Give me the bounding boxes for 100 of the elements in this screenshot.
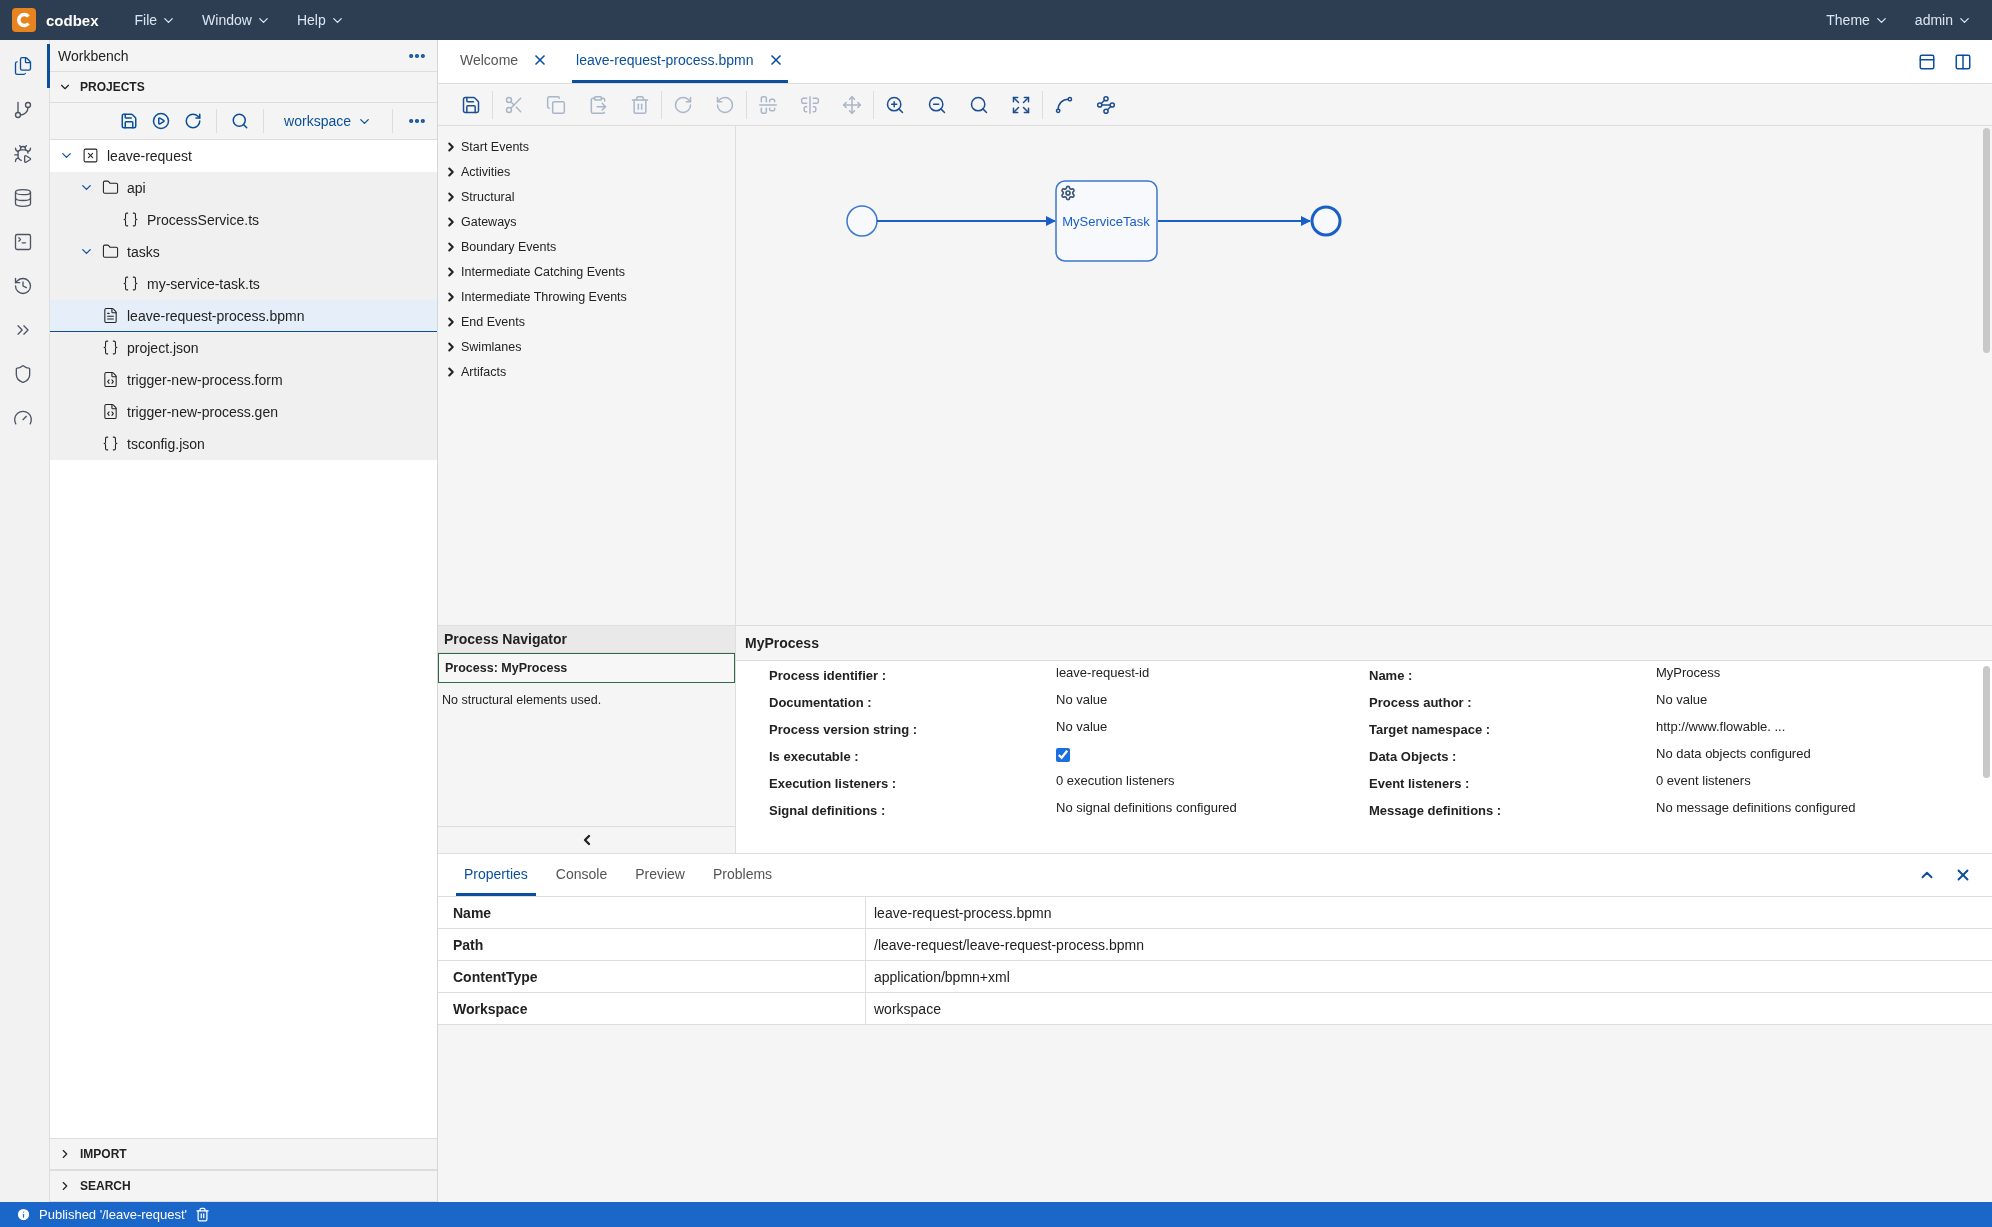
property-label: Execution listeners : bbox=[769, 775, 898, 791]
palette-group[interactable]: Intermediate Throwing Events bbox=[438, 290, 735, 304]
save-icon[interactable] bbox=[120, 112, 139, 130]
delete-icon bbox=[630, 94, 650, 115]
folder-icon bbox=[102, 179, 119, 196]
tree-item[interactable]: tsconfig.json bbox=[50, 428, 437, 460]
property-label: Message definitions : bbox=[1369, 802, 1503, 818]
database-icon bbox=[13, 188, 33, 208]
workspace-dropdown[interactable]: workspace bbox=[278, 113, 378, 129]
align-horizontal-icon bbox=[758, 94, 778, 115]
resize-icon bbox=[842, 94, 862, 115]
section-title[interactable]: IMPORT bbox=[80, 1147, 127, 1161]
property-label: Documentation : bbox=[769, 694, 873, 710]
property-label: Name : bbox=[1369, 667, 1414, 683]
process-item[interactable]: Process: MyProcess bbox=[438, 653, 735, 683]
tree-item[interactable]: api bbox=[50, 172, 437, 204]
tree-item-label: tsconfig.json bbox=[127, 435, 205, 452]
menu-button[interactable]: Theme bbox=[1818, 12, 1897, 28]
palette-group[interactable]: Intermediate Catching Events bbox=[438, 265, 735, 279]
scrollbar[interactable] bbox=[1983, 128, 1990, 353]
tree-item-label: ProcessService.ts bbox=[147, 211, 260, 228]
tree-item-label: my-service-task.ts bbox=[147, 275, 260, 292]
menu-button[interactable]: Window bbox=[194, 12, 279, 28]
menu-button[interactable]: admin bbox=[1906, 12, 1980, 28]
tree-item[interactable]: trigger-new-process.form bbox=[50, 364, 437, 396]
terminal-icon bbox=[13, 232, 33, 252]
table-cell: Workspace bbox=[438, 993, 866, 1024]
panel-tab[interactable]: Preview bbox=[627, 854, 693, 896]
panel-tab[interactable]: Console bbox=[547, 854, 616, 896]
property-value[interactable]: leave-request-id bbox=[1056, 665, 1369, 683]
property-value[interactable]: No signal definitions configured bbox=[1056, 800, 1369, 818]
property-value[interactable]: MyProcess bbox=[1656, 665, 1992, 683]
tree-item[interactable]: ProcessService.ts bbox=[50, 204, 437, 236]
gear-icon bbox=[1061, 185, 1075, 201]
property-value[interactable]: No message definitions configured bbox=[1656, 800, 1992, 818]
zoom-in-icon bbox=[885, 94, 905, 115]
table-cell: Path bbox=[438, 929, 866, 960]
table-cell: ContentType bbox=[438, 961, 866, 992]
menu-button[interactable]: File bbox=[126, 12, 185, 28]
table-cell: Name bbox=[438, 897, 866, 928]
refresh-icon[interactable] bbox=[184, 112, 203, 130]
executable-checkbox[interactable] bbox=[1056, 748, 1070, 762]
property-label: Is executable : bbox=[769, 748, 860, 764]
end-event bbox=[1310, 205, 1342, 237]
section-title[interactable]: SEARCH bbox=[80, 1179, 131, 1193]
logo-icon bbox=[12, 8, 36, 32]
section-title[interactable]: PROJECTS bbox=[80, 80, 145, 94]
copy-icon bbox=[546, 94, 566, 115]
property-label: Event listeners : bbox=[1369, 775, 1471, 791]
property-value[interactable]: 0 event listeners bbox=[1656, 773, 1992, 791]
tree-item[interactable]: leave-request-process.bpmn bbox=[50, 300, 437, 332]
split-horizontal-icon[interactable] bbox=[1918, 52, 1936, 71]
tree-item-label: trigger-new-process.gen bbox=[127, 403, 278, 420]
tree-item-label: project.json bbox=[127, 339, 199, 356]
remove-bendpoint-icon bbox=[1096, 94, 1116, 115]
tree-item-label: leave-request bbox=[107, 147, 192, 164]
palette-group[interactable]: Activities bbox=[438, 165, 735, 179]
redo-icon bbox=[673, 94, 693, 115]
panel-tab[interactable]: Problems bbox=[705, 854, 781, 896]
tree-item-label: tasks bbox=[127, 243, 160, 260]
document-icon bbox=[102, 307, 119, 324]
search-icon[interactable] bbox=[231, 112, 250, 130]
add-bendpoint-icon bbox=[1054, 94, 1074, 115]
property-value[interactable]: http://www.flowable. ... bbox=[1656, 719, 1992, 737]
property-label: Target namespace : bbox=[1369, 721, 1492, 737]
status-message: Published '/leave-request' bbox=[39, 1207, 188, 1222]
trash-icon[interactable] bbox=[195, 1207, 211, 1222]
property-value[interactable]: No value bbox=[1056, 719, 1369, 737]
property-value[interactable]: No value bbox=[1056, 692, 1369, 710]
zoom-actual-icon bbox=[969, 94, 989, 115]
tree-item[interactable]: project.json bbox=[50, 332, 437, 364]
palette-group[interactable]: Gateways bbox=[438, 215, 735, 229]
tree-item[interactable]: trigger-new-process.gen bbox=[50, 396, 437, 428]
zoom-out-icon bbox=[927, 94, 947, 115]
tree-item[interactable]: tasks bbox=[50, 236, 437, 268]
tree-item[interactable]: my-service-task.ts bbox=[50, 268, 437, 300]
braces-icon bbox=[122, 211, 139, 228]
palette-group[interactable]: Boundary Events bbox=[438, 240, 735, 254]
palette-group[interactable]: Start Events bbox=[438, 140, 735, 154]
palette-group[interactable]: End Events bbox=[438, 315, 735, 329]
property-label: Process identifier : bbox=[769, 667, 888, 683]
paste-icon bbox=[588, 94, 608, 115]
scrollbar[interactable] bbox=[1983, 666, 1990, 778]
editor-tab[interactable]: Welcome bbox=[456, 40, 553, 83]
table-cell-text: application/bpmn+xml bbox=[873, 967, 1011, 987]
palette-group[interactable]: Swimlanes bbox=[438, 340, 735, 354]
property-value[interactable]: 0 execution listeners bbox=[1056, 773, 1369, 791]
save-icon bbox=[461, 94, 481, 115]
property-label: Signal definitions : bbox=[769, 802, 887, 818]
menu-button[interactable]: Help bbox=[288, 12, 353, 28]
play-icon[interactable] bbox=[152, 112, 171, 130]
palette-group[interactable]: Artifacts bbox=[438, 365, 735, 379]
navigator-title: Process Navigator bbox=[438, 626, 735, 653]
property-value[interactable]: No data objects configured bbox=[1656, 746, 1992, 764]
tree-item-label: leave-request-process.bpmn bbox=[127, 307, 305, 324]
split-vertical-icon[interactable] bbox=[1954, 52, 1972, 71]
property-label: Process author : bbox=[1369, 694, 1473, 710]
palette-group[interactable]: Structural bbox=[438, 190, 735, 204]
property-value[interactable]: No value bbox=[1656, 692, 1992, 710]
navigator-note: No structural elements used. bbox=[441, 692, 603, 709]
